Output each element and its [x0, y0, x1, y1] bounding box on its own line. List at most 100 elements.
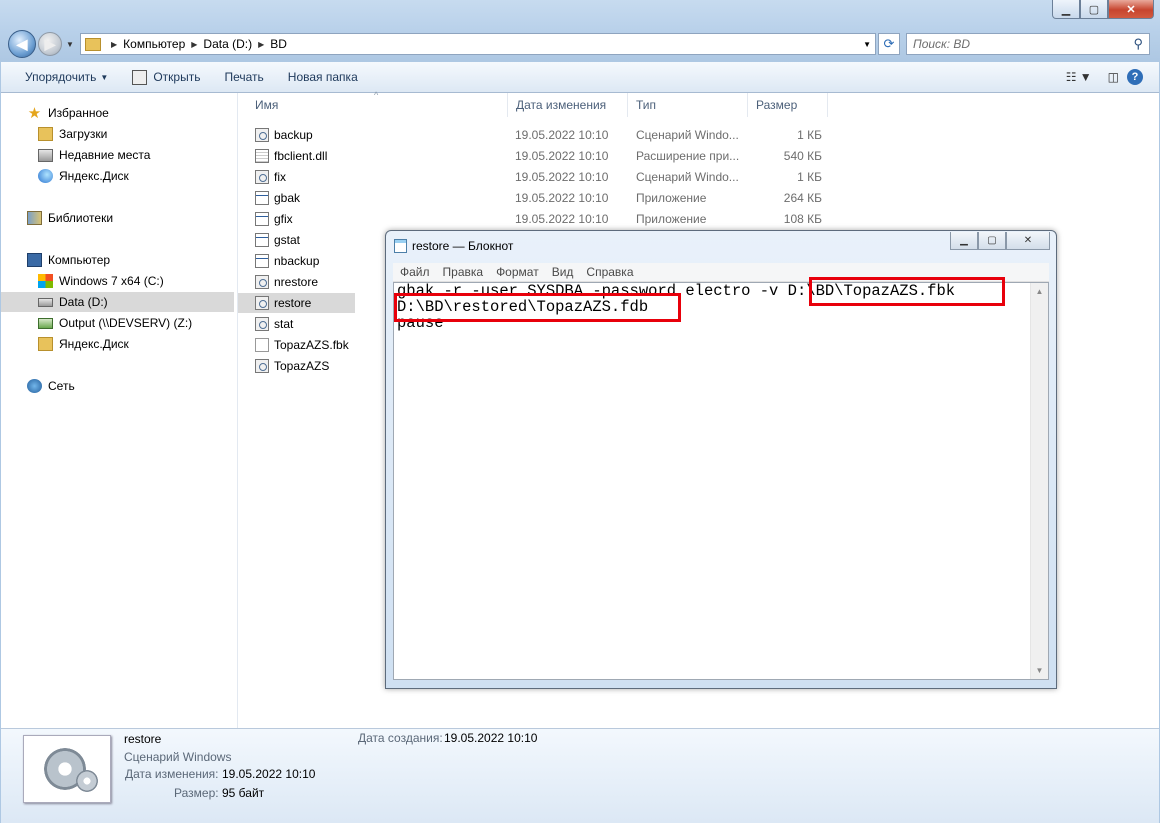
view-options-icon[interactable]: ☷ ▼ [1066, 70, 1092, 84]
preview-pane-icon[interactable]: ◫ [1108, 70, 1119, 84]
help-icon[interactable]: ? [1127, 69, 1143, 85]
file-size: 540 КБ [783, 148, 822, 163]
file-row[interactable]: fix 19.05.2022 10:10 Сценарий Windo... 1 КБ [238, 166, 1159, 187]
file-name-cell[interactable]: restore [238, 292, 355, 313]
file-row[interactable]: fbclient.dll 19.05.2022 10:10 Расширение п… [238, 145, 1159, 166]
network-drive-icon [38, 317, 53, 329]
menu-edit[interactable]: Правка [436, 265, 490, 279]
file-date: 19.05.2022 10:10 [515, 169, 609, 184]
close-button[interactable]: ✕ [1006, 232, 1050, 250]
file-date: 19.05.2022 10:10 [515, 127, 609, 142]
column-size[interactable]: Размер [748, 93, 828, 117]
navigation-bar: ◀ ▶ ▼ ▶ Компьютер ▶ Data (D:) ▶ BD ▼ ⟳ П… [8, 30, 1152, 58]
vertical-scrollbar[interactable]: ▲ ▼ [1030, 283, 1048, 679]
file-name-cell[interactable]: fbclient.dll [238, 146, 355, 166]
nav-drive-d[interactable]: Data (D:) [1, 292, 234, 312]
file-name-cell[interactable]: backup [238, 125, 355, 145]
script-file-icon [255, 169, 269, 184]
new-folder-label: Новая папка [287, 70, 358, 84]
file-name-cell[interactable]: nrestore [238, 272, 355, 292]
windows-drive-icon [38, 274, 53, 288]
nav-downloads[interactable]: Загрузки [38, 124, 107, 144]
file-name-cell[interactable]: nbackup [238, 251, 355, 271]
minimize-button[interactable]: ▁ [950, 232, 978, 250]
details-file-type: Сценарий Windows [124, 750, 232, 764]
menu-file[interactable]: Файл [393, 265, 436, 279]
notepad-window[interactable]: restore — Блокнот ▁ ▢ ✕ Файл Правка Форм… [385, 230, 1057, 689]
maximize-button[interactable]: ▢ [1080, 0, 1108, 19]
scroll-up-icon[interactable]: ▲ [1031, 283, 1048, 300]
toolbar-right: ☷ ▼ ◫ ? [1058, 69, 1159, 85]
history-dropdown[interactable]: ▼ [66, 40, 76, 49]
organize-label: Упорядочить [25, 70, 97, 84]
close-button[interactable]: ✕ [1108, 0, 1154, 19]
open-icon [132, 69, 148, 85]
chevron-right-icon[interactable]: ▶ [258, 40, 264, 49]
file-row[interactable]: gfix 19.05.2022 10:10 Приложение 108 КБ [238, 208, 1159, 229]
menu-help[interactable]: Справка [579, 265, 639, 279]
window-controls: ▁ ▢ ✕ [1052, 0, 1154, 19]
details-size-value: 95 байт [222, 786, 265, 800]
menu-view[interactable]: Вид [545, 265, 580, 279]
open-label: Открыть [153, 70, 201, 84]
script-file-icon [255, 127, 269, 142]
file-row[interactable]: gbak 19.05.2022 10:10 Приложение 264 КБ [238, 187, 1159, 208]
forward-button[interactable]: ▶ [38, 32, 62, 56]
exe-file-icon [255, 211, 269, 226]
crumb-drive[interactable]: Data (D:) [203, 37, 252, 51]
details-modified-label: Дата изменения: [125, 767, 219, 781]
chevron-right-icon[interactable]: ▶ [111, 40, 117, 49]
scroll-down-icon[interactable]: ▼ [1031, 662, 1048, 679]
notepad-text-area[interactable]: gbak -r -user SYSDBA -password electro -… [393, 277, 1049, 680]
nav-yadisk-2[interactable]: Яндекс.Диск [38, 334, 129, 354]
column-date[interactable]: Дата изменения [508, 93, 628, 117]
print-button[interactable]: Печать [212, 70, 275, 84]
address-bar[interactable]: ▶ Компьютер ▶ Data (D:) ▶ BD ▼ [80, 33, 876, 55]
crumb-folder[interactable]: BD [270, 37, 287, 51]
nav-label: Компьютер [48, 253, 111, 267]
maximize-button[interactable]: ▢ [978, 232, 1006, 250]
open-button[interactable]: Открыть [120, 69, 212, 85]
refresh-button[interactable]: ⟳ [878, 33, 900, 55]
crumb-computer[interactable]: Компьютер [123, 37, 185, 51]
nav-label: Загрузки [59, 127, 108, 141]
search-input[interactable]: Поиск: BD ⚲ [906, 33, 1150, 55]
new-folder-button[interactable]: Новая папка [276, 70, 370, 84]
chevron-right-icon[interactable]: ▶ [191, 40, 197, 49]
file-name-cell[interactable]: gbak [238, 188, 355, 208]
nav-recent[interactable]: Недавние места [38, 145, 150, 165]
file-name-cell[interactable]: gfix [238, 209, 355, 229]
organize-button[interactable]: Упорядочить ▼ [1, 70, 120, 84]
file-name-cell[interactable]: TopazAZS [238, 356, 355, 376]
file-name: gstat [274, 232, 301, 247]
nav-drive-c[interactable]: Windows 7 x64 (C:) [38, 271, 164, 291]
yandex-disk-icon [38, 169, 53, 183]
file-size: 1 КБ [797, 127, 822, 142]
column-name[interactable]: ^ Имя [238, 90, 508, 117]
back-button[interactable]: ◀ [8, 30, 36, 58]
search-icon[interactable]: ⚲ [1133, 36, 1143, 52]
nav-label: Библиотеки [48, 211, 114, 225]
address-dropdown-icon[interactable]: ▼ [863, 40, 871, 49]
nav-drive-z[interactable]: Output (\\DEVSERV) (Z:) [38, 313, 192, 333]
chevron-down-icon: ▼ [100, 72, 109, 82]
file-name: gfix [274, 211, 293, 226]
menu-format[interactable]: Формат [489, 265, 545, 279]
minimize-button[interactable]: ▁ [1052, 0, 1080, 19]
nav-yadisk[interactable]: Яндекс.Диск [38, 166, 129, 186]
nav-label: Недавние места [59, 148, 151, 162]
file-date: 19.05.2022 10:10 [515, 211, 609, 226]
nav-label: Яндекс.Диск [59, 337, 129, 351]
nav-computer[interactable]: Компьютер [27, 250, 110, 270]
column-type[interactable]: Тип [628, 93, 748, 117]
notepad-icon [394, 239, 407, 253]
computer-icon [27, 253, 42, 267]
file-name-cell[interactable]: stat [238, 314, 355, 334]
file-name-cell[interactable]: TopazAZS.fbk [238, 335, 355, 355]
file-name-cell[interactable]: gstat [238, 230, 355, 250]
nav-network[interactable]: Сеть [27, 376, 75, 396]
nav-libraries[interactable]: Библиотеки [27, 208, 113, 228]
file-name-cell[interactable]: fix [238, 167, 355, 187]
nav-favorites[interactable]: ★ Избранное [27, 103, 109, 123]
file-row[interactable]: backup 19.05.2022 10:10 Сценарий Windo... 1… [238, 124, 1159, 145]
